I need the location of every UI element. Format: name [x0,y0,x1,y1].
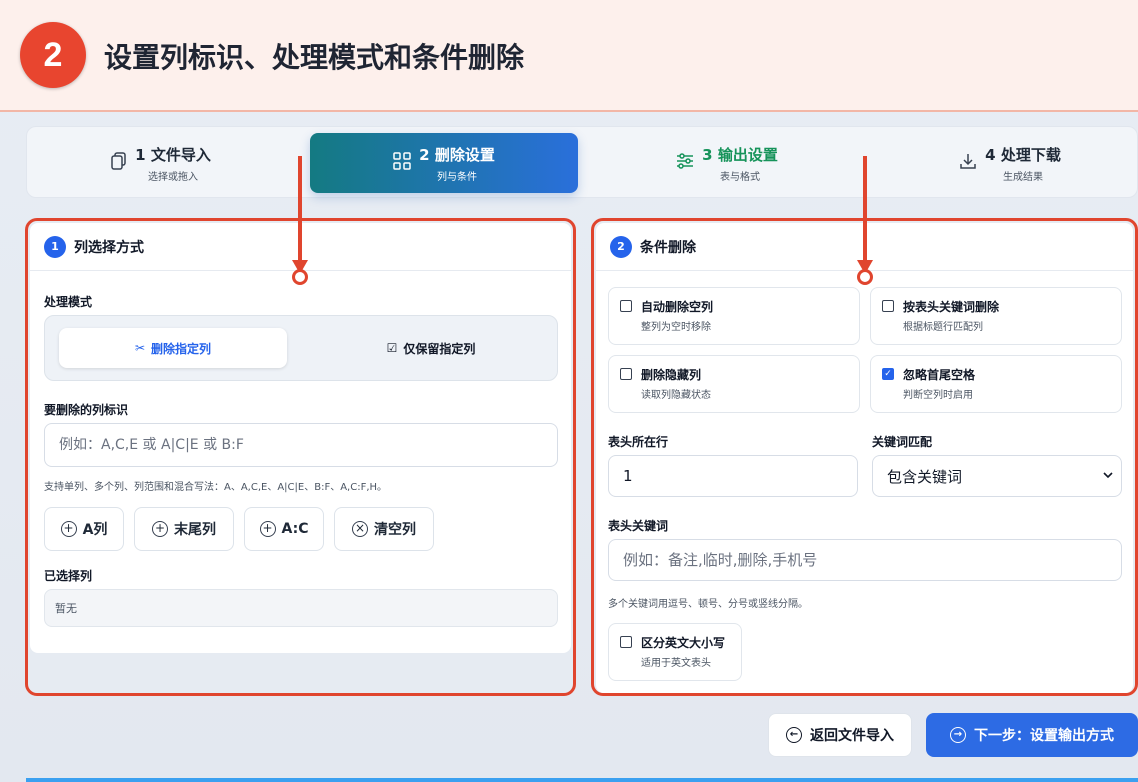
chip-label: 清空列 [374,522,416,538]
chip-label: 末尾列 [174,522,216,538]
option-title: 按表头关键词删除 [903,300,1000,314]
delete-columns-mode-button[interactable]: ✂ 删除指定列 [59,328,287,368]
option-subtitle: 根据标题行匹配列 [903,322,983,333]
option-title: 删除隐藏列 [641,368,702,382]
mode-keep-label: 仅保留指定列 [403,341,476,356]
option-subtitle: 读取列隐藏状态 [641,390,711,401]
plus-circle-icon: + [259,521,276,537]
header-keywords-input[interactable] [608,539,1122,581]
delete-hidden-columns-option[interactable]: 删除隐藏列 读取列隐藏状态 [608,355,860,413]
clear-columns-button[interactable]: × 清空列 [334,507,434,551]
add-last-column-button[interactable]: + 末尾列 [134,507,234,551]
chip-label: A列 [82,522,108,538]
checkbox[interactable] [620,636,632,648]
step-subtitle: 选择或拖入 [147,171,198,183]
annotation-arrow-left [298,156,302,268]
step-process-download[interactable]: 4 处理下载 生成结果 [876,133,1138,193]
keyword-match-value: 包含关键词 [887,467,963,486]
next-button-label: 下一步：设置输出方式 [974,728,1114,744]
selected-columns-display: 暂无 [44,589,558,627]
copy-icon [111,152,127,174]
bottom-accent-line [26,778,1138,782]
step-delete-settings[interactable]: 2 删除设置 列与条件 [310,133,578,193]
option-title: 区分英文大小写 [641,636,726,650]
header-row-label: 表头所在行 [608,435,669,449]
arrow-left-circle-icon: ← [786,727,802,743]
keyword-match-label: 关键词匹配 [872,435,933,449]
scissors-icon: ✂ [134,341,146,355]
annotation-marker-left [292,269,308,285]
columns-input[interactable] [44,423,558,467]
mode-delete-label: 删除指定列 [151,341,212,356]
back-to-import-button[interactable]: ← 返回文件导入 [768,713,912,757]
page-title: 设置列标识、处理模式和条件删除 [104,41,525,74]
columns-hint: 支持单列、多个列、列范围和混合写法：A、A,C,E、A|C|E、B:F、A,C:… [44,482,388,493]
back-button-label: 返回文件导入 [810,728,894,744]
step-title: 3 输出设置 [702,145,778,164]
ignore-whitespace-option[interactable]: ✓ 忽略首尾空格 判断空列时启用 [870,355,1122,413]
checkbox-checked[interactable]: ✓ [882,368,894,380]
step-subtitle: 生成结果 [1002,171,1043,183]
option-subtitle: 适用于英文表头 [641,658,711,669]
section-number: 1 [44,235,66,258]
header-row-input[interactable]: 1 [608,455,858,497]
next-step-button[interactable]: → 下一步：设置输出方式 [926,713,1138,757]
auto-delete-empty-columns-option[interactable]: 自动删除空列 整列为空时移除 [608,287,860,345]
case-sensitive-option[interactable]: 区分英文大小写 适用于英文表头 [608,623,742,681]
checkbox[interactable] [620,300,632,312]
condition-delete-panel: 2 条件删除 自动删除空列 整列为空时移除 按表头关键词删除 根据标题行匹配列 … [591,218,1138,696]
column-selection-panel: 1 列选择方式 处理模式 ✂ 删除指定列 ☑ 仅保留指定列 要删除的列标识 支持… [25,218,576,696]
keyword-match-select[interactable]: 包含关键词 [872,455,1122,497]
keep-columns-mode-button[interactable]: ☑ 仅保留指定列 [317,328,545,368]
mode-label: 处理模式 [44,295,93,309]
step-file-import[interactable]: 1 文件导入 选择或拖入 [27,133,295,193]
chevron-down-icon [1103,468,1113,482]
chip-label: A:C [281,521,309,537]
option-subtitle: 判断空列时启用 [903,390,973,401]
plus-circle-icon: + [60,521,77,537]
step-output-settings[interactable]: 3 输出设置 表与格式 [593,133,861,193]
add-range-ac-button[interactable]: + A:C [244,507,324,551]
step-title: 2 删除设置 [419,145,495,164]
stepper: 1 文件导入 选择或拖入 2 删除设置 列与条件 3 输出设置 表与格式 4 处… [26,126,1138,198]
check-square-icon: ☑ [386,341,398,355]
option-subtitle: 整列为空时移除 [641,322,711,333]
step-subtitle: 列与条件 [436,171,477,183]
delete-by-header-keyword-option[interactable]: 按表头关键词删除 根据标题行匹配列 [870,287,1122,345]
header-keywords-hint: 多个关键词用逗号、顿号、分号或竖线分隔。 [608,599,808,610]
header-row-value: 1 [623,467,633,485]
checkbox[interactable] [882,300,894,312]
selected-columns-value: 暂无 [55,602,77,615]
step-title: 4 处理下载 [985,145,1061,164]
add-column-a-button[interactable]: + A列 [44,507,124,551]
section-title: 条件删除 [640,239,696,256]
step-title: 1 文件导入 [135,145,211,164]
arrow-right-circle-icon: → [950,727,966,743]
grid-icon [393,152,411,174]
section-title: 列选择方式 [74,239,144,256]
plus-circle-icon: + [152,521,168,537]
step-number-badge: 2 [20,22,86,88]
download-icon [959,152,977,174]
columns-label: 要删除的列标识 [44,403,129,417]
annotation-marker-right [857,269,873,285]
header-banner: 2 设置列标识、处理模式和条件删除 [0,0,1138,112]
annotation-arrow-right [863,156,867,268]
checkbox[interactable] [620,368,632,380]
section-number: 2 [610,235,632,258]
x-circle-icon: × [352,521,368,537]
selected-columns-label: 已选择列 [44,569,93,583]
option-title: 自动删除空列 [641,300,714,314]
header-keywords-label: 表头关键词 [608,519,669,533]
step-subtitle: 表与格式 [719,171,760,183]
mode-toggle: ✂ 删除指定列 ☑ 仅保留指定列 [44,315,558,381]
option-title: 忽略首尾空格 [903,368,976,382]
sliders-icon [676,153,694,173]
